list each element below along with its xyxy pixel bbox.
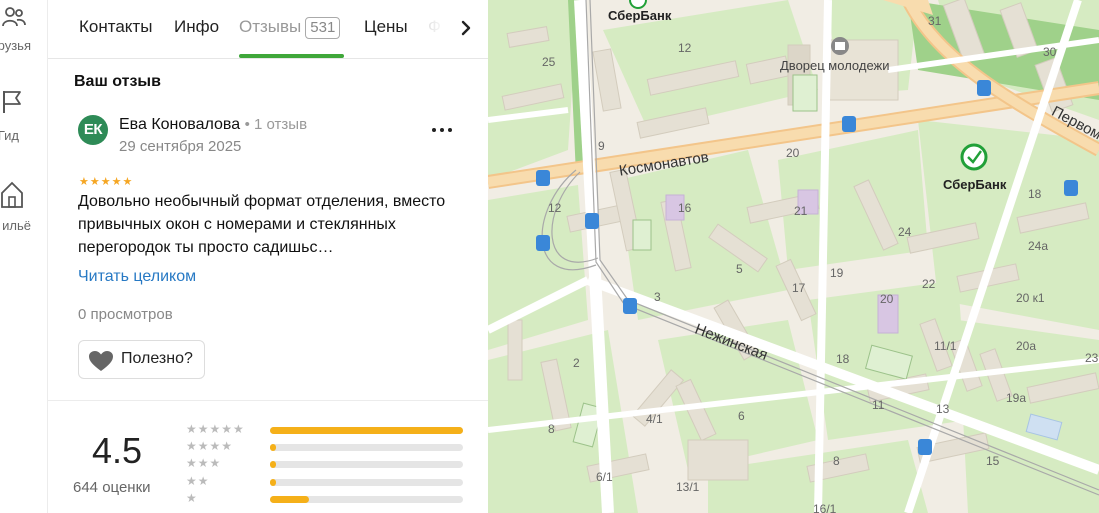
review-date: 29 сентября 2025 (119, 138, 242, 155)
review-author: Ева Коновалова • 1 отзыв (119, 116, 308, 133)
house-number: 17 (792, 281, 806, 295)
review-stars: ★★★★★ (79, 176, 134, 188)
house-number: 5 (736, 262, 743, 276)
house-number: 23 (1085, 351, 1099, 365)
views-count: 0 просмотров (78, 306, 173, 323)
house-number: 9 (598, 139, 605, 153)
svg-text:СберБанк: СберБанк (608, 8, 672, 23)
read-more-link[interactable]: Читать целиком (78, 268, 196, 286)
house-number: 18 (1028, 187, 1042, 201)
rating-row-track (270, 461, 463, 468)
rating-row-stars: ★ (186, 491, 198, 505)
tab-prices[interactable]: Цены (364, 17, 408, 37)
house-number: 12 (678, 41, 692, 55)
rail-item-guide[interactable]: Гид (0, 85, 47, 145)
house-number: 4/1 (646, 412, 663, 426)
useful-label: Полезно? (121, 350, 193, 367)
rating-row-stars: ★★★★ (186, 439, 234, 453)
house-number: 13/1 (676, 480, 700, 494)
house-number: 20 (786, 146, 800, 160)
house-number: 13 (936, 402, 950, 416)
housing-icon (1, 181, 23, 208)
reviews-count-badge: 531 (305, 17, 341, 39)
house-number: 19a (1006, 391, 1026, 405)
svg-text:СберБанк: СберБанк (943, 177, 1007, 192)
rating-count: 644 оценки (73, 479, 151, 496)
guide-flag-icon (3, 91, 21, 113)
your-review-title: Ваш отзыв (74, 73, 161, 90)
rail-item-friends[interactable]: рузья (0, 0, 47, 60)
house-number: 24a (1028, 239, 1048, 253)
tab-reviews-label: Отзывы (239, 17, 302, 36)
active-tab-indicator (239, 54, 344, 58)
house-number: 18 (836, 352, 850, 366)
house-number: 20 (880, 292, 894, 306)
review-text: Довольно необычный формат отделения, вме… (78, 193, 446, 256)
house-number: 16 (678, 201, 692, 215)
house-number: 20 к1 (1016, 291, 1045, 305)
map-canvas[interactable]: Космонавтов Нежинская Первом СберБанк Сб… (488, 0, 1099, 513)
author-name[interactable]: Ева Коновалова (119, 116, 240, 133)
house-number: 21 (794, 204, 808, 218)
tab-reviews[interactable]: Отзывы 531 (239, 17, 341, 39)
house-number: 15 (986, 454, 1000, 468)
chevron-right-icon[interactable] (452, 14, 480, 42)
left-rail: рузья Гид ильё (0, 0, 48, 513)
rail-label-guide: Гид (0, 128, 19, 143)
house-number: 19 (830, 266, 844, 280)
rating-row-stars: ★★★★★ (186, 422, 245, 436)
useful-button[interactable]: Полезно? (78, 340, 205, 379)
house-number: 30 (1043, 45, 1057, 59)
place-panel: Контакты Инфо Отзывы531 Цены Ф Ваш отзыв… (48, 0, 488, 513)
rating-row-fill (270, 461, 276, 468)
rating-row-track (270, 444, 463, 451)
friends-icon (2, 7, 26, 27)
house-number: 2 (573, 356, 580, 370)
house-number: 20a (1016, 339, 1036, 353)
tab-info[interactable]: Инфо (174, 17, 219, 37)
rating-row-fill (270, 444, 276, 451)
section-divider (48, 400, 488, 401)
house-number: 11 (872, 398, 885, 412)
rail-label-housing: ильё (2, 218, 31, 233)
rating-row-fill (270, 427, 463, 434)
tabs-bar: Контакты Инфо Отзывы531 Цены Ф (48, 0, 488, 59)
house-number: 8 (833, 454, 840, 468)
rail-label-friends: рузья (0, 38, 31, 53)
house-number: 11/1 (934, 339, 957, 353)
tab-contacts[interactable]: Контакты (79, 17, 152, 37)
svg-text:Дворец молодежи: Дворец молодежи (780, 58, 890, 73)
avatar[interactable]: ЕК (78, 115, 108, 145)
rating-row-track (270, 479, 463, 486)
house-number: 24 (898, 225, 912, 239)
more-options-icon[interactable] (428, 118, 456, 142)
rating-row-stars: ★★★ (186, 456, 222, 470)
heart-icon (89, 351, 113, 371)
rating-row-track (270, 427, 463, 434)
house-number: 12 (548, 201, 562, 215)
map[interactable]: Космонавтов Нежинская Первом СберБанк Сб… (488, 0, 1099, 513)
house-number: 25 (542, 55, 556, 69)
rating-row-track (270, 496, 463, 503)
rating-row-fill (270, 479, 276, 486)
house-number: 6 (738, 409, 745, 423)
rail-item-housing[interactable]: ильё (0, 175, 47, 235)
rating-row-fill (270, 496, 309, 503)
house-number: 22 (922, 277, 936, 291)
rating-value: 4.5 (92, 430, 143, 471)
rating-row-stars: ★★ (186, 474, 210, 488)
author-review-count: 1 отзыв (254, 116, 308, 133)
house-number: 8 (548, 422, 555, 436)
house-number: 16/1 (813, 502, 837, 513)
house-number: 3 (654, 290, 661, 304)
house-number: 6/1 (596, 470, 613, 484)
house-number: 31 (928, 14, 942, 28)
